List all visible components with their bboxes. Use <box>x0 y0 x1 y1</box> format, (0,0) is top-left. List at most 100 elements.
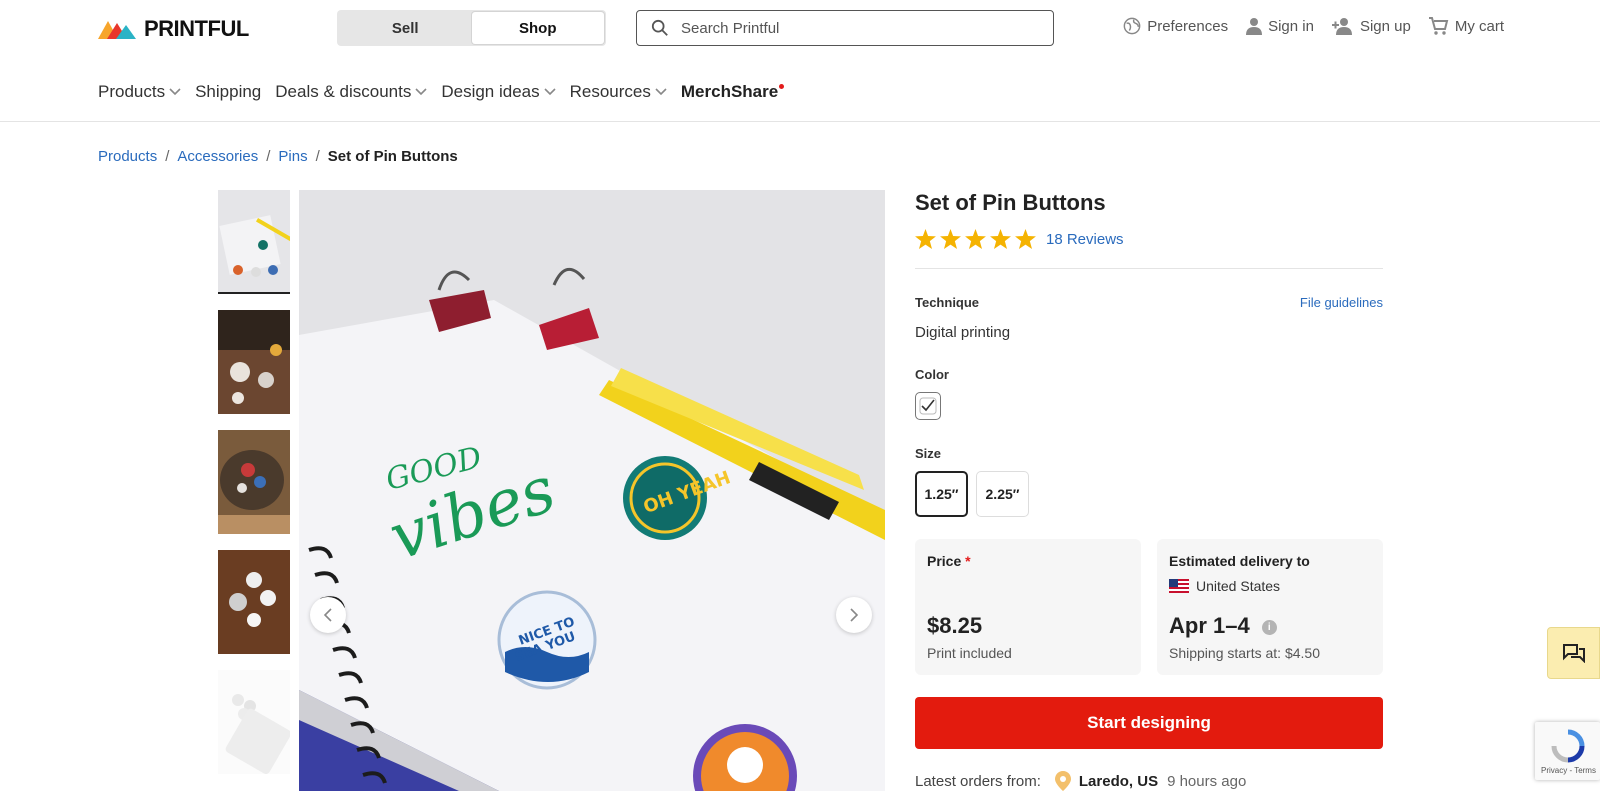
delivery-dates: Apr 1–4 <box>1169 613 1250 638</box>
star-icon <box>965 229 986 249</box>
logo-text: PRINTFUL <box>144 16 249 41</box>
location-pin-icon <box>1054 771 1071 791</box>
thumbnail-1[interactable] <box>218 190 290 294</box>
price-heading: Price * <box>927 553 1129 569</box>
chat-button[interactable] <box>1547 627 1600 679</box>
delivery-label: Estimated delivery to <box>1169 553 1310 569</box>
breadcrumb-separator: / <box>266 148 271 165</box>
info-cards: Price * $8.25 Print included Estimated d… <box>915 539 1383 675</box>
breadcrumb-pins[interactable]: Pins <box>278 148 307 165</box>
main-nav: Products Shipping Deals & discounts Desi… <box>98 82 798 102</box>
size-option-1-25[interactable]: 1.25″ <box>915 471 968 517</box>
nav-design-ideas[interactable]: Design ideas <box>441 82 556 102</box>
file-guidelines-link[interactable]: File guidelines <box>1300 295 1383 310</box>
color-label: Color <box>915 367 949 382</box>
next-image-button[interactable] <box>836 597 872 633</box>
breadcrumb-products[interactable]: Products <box>98 148 157 165</box>
star-icon <box>915 229 936 249</box>
printful-logo-icon <box>98 21 136 39</box>
add-user-icon <box>1331 18 1352 35</box>
delivery-country-selector[interactable]: United States <box>1169 578 1371 594</box>
nav-products[interactable]: Products <box>98 82 181 102</box>
size-option-2-25[interactable]: 2.25″ <box>976 471 1029 517</box>
price-label: Price <box>927 553 962 569</box>
shop-tab[interactable]: Shop <box>471 12 604 44</box>
cart-link[interactable]: My cart <box>1428 17 1504 35</box>
prev-image-button[interactable] <box>310 597 346 633</box>
thumbnail-3[interactable] <box>218 430 290 534</box>
shipping-note: Shipping starts at: $4.50 <box>1169 645 1320 661</box>
latest-order-place: Laredo, US <box>1078 772 1159 790</box>
technique-label: Technique <box>915 295 980 310</box>
breadcrumb-accessories[interactable]: Accessories <box>177 148 258 165</box>
sign-in-label: Sign in <box>1268 17 1314 35</box>
nav-design-ideas-label: Design ideas <box>441 82 540 101</box>
chevron-down-icon <box>544 88 556 96</box>
thumbnail-image <box>218 430 290 534</box>
nav-shipping[interactable]: Shipping <box>195 82 261 102</box>
latest-orders: Latest orders from: Laredo, US 9 hours a… <box>915 771 1383 791</box>
thumbnail-image <box>218 310 290 414</box>
chevron-down-icon <box>169 88 181 96</box>
search-icon[interactable] <box>651 19 669 37</box>
info-icon[interactable]: i <box>1261 620 1277 635</box>
divider <box>915 268 1383 269</box>
account-links: Preferences Sign in Sign up My cart <box>1123 17 1504 35</box>
nav-deals-label: Deals & discounts <box>275 82 412 101</box>
breadcrumb-current: Set of Pin Buttons <box>327 148 458 165</box>
printful-logo[interactable]: PRINTFUL <box>98 16 249 42</box>
start-designing-button[interactable]: Start designing <box>915 697 1383 749</box>
latest-orders-label: Latest orders from: <box>915 772 1041 790</box>
star-icon <box>940 229 961 249</box>
search-box <box>636 10 1054 46</box>
user-icon <box>1246 18 1263 35</box>
sign-in-link[interactable]: Sign in <box>1246 17 1314 35</box>
delivery-date-row: Apr 1–4 i <box>1169 613 1277 639</box>
nav-resources-label: Resources <box>569 82 651 101</box>
new-dot-badge <box>779 83 785 89</box>
search-input[interactable] <box>681 19 1041 37</box>
thumbnail-2[interactable] <box>218 310 290 414</box>
nav-merchshare[interactable]: MerchShare <box>680 82 785 102</box>
price-note: Print included <box>927 645 1012 661</box>
nav-deals[interactable]: Deals & discounts <box>275 82 427 102</box>
breadcrumb-separator: / <box>315 148 320 165</box>
cart-icon <box>1428 17 1449 35</box>
preferences-label: Preferences <box>1147 17 1229 35</box>
cart-label: My cart <box>1454 17 1504 35</box>
chevron-down-icon <box>655 88 667 96</box>
technique-row: Technique File guidelines <box>915 295 1383 310</box>
thumbnail-image <box>218 190 290 294</box>
reviews-link[interactable]: 18 Reviews <box>1046 231 1124 248</box>
size-label: Size <box>915 446 942 461</box>
thumbnail-5[interactable] <box>218 670 290 774</box>
delivery-card: Estimated delivery to United States Apr … <box>1157 539 1383 675</box>
preferences-link[interactable]: Preferences <box>1123 17 1228 35</box>
sell-shop-toggle: Sell Shop <box>337 10 606 46</box>
globe-icon <box>1123 17 1141 35</box>
sell-tab[interactable]: Sell <box>339 12 472 44</box>
recaptcha-badge[interactable]: Privacy - Terms <box>1535 722 1600 780</box>
size-options: 1.25″ 2.25″ <box>915 471 1383 517</box>
sign-up-label: Sign up <box>1359 17 1411 35</box>
main-product-image[interactable]: GOOD vibes OH YEAH NICE TO SEA YOU <box>299 190 885 791</box>
product-title: Set of Pin Buttons <box>915 190 1106 215</box>
thumbnail-4[interactable] <box>218 550 290 654</box>
product-panel: Set of Pin Buttons 18 Reviews Technique … <box>915 190 1383 791</box>
delivery-country: United States <box>1196 578 1281 594</box>
chat-icon <box>1562 644 1585 663</box>
nav-products-label: Products <box>98 82 166 101</box>
thumbnail-image <box>218 670 290 774</box>
thumbnail-image <box>218 550 290 654</box>
nav-merchshare-label: MerchShare <box>680 82 779 101</box>
latest-order-time: 9 hours ago <box>1167 772 1247 790</box>
breadcrumb-separator: / <box>165 148 170 165</box>
product-photo: GOOD vibes OH YEAH NICE TO SEA YOU <box>299 190 885 791</box>
breadcrumb: Products / Accessories / Pins / Set of P… <box>98 148 458 165</box>
nav-resources[interactable]: Resources <box>570 82 667 102</box>
recaptcha-text: Privacy - Terms <box>1541 766 1596 775</box>
sign-up-link[interactable]: Sign up <box>1331 17 1411 35</box>
color-swatch-white[interactable] <box>915 392 941 420</box>
star-rating <box>915 229 1036 249</box>
nav-divider <box>0 121 1600 122</box>
